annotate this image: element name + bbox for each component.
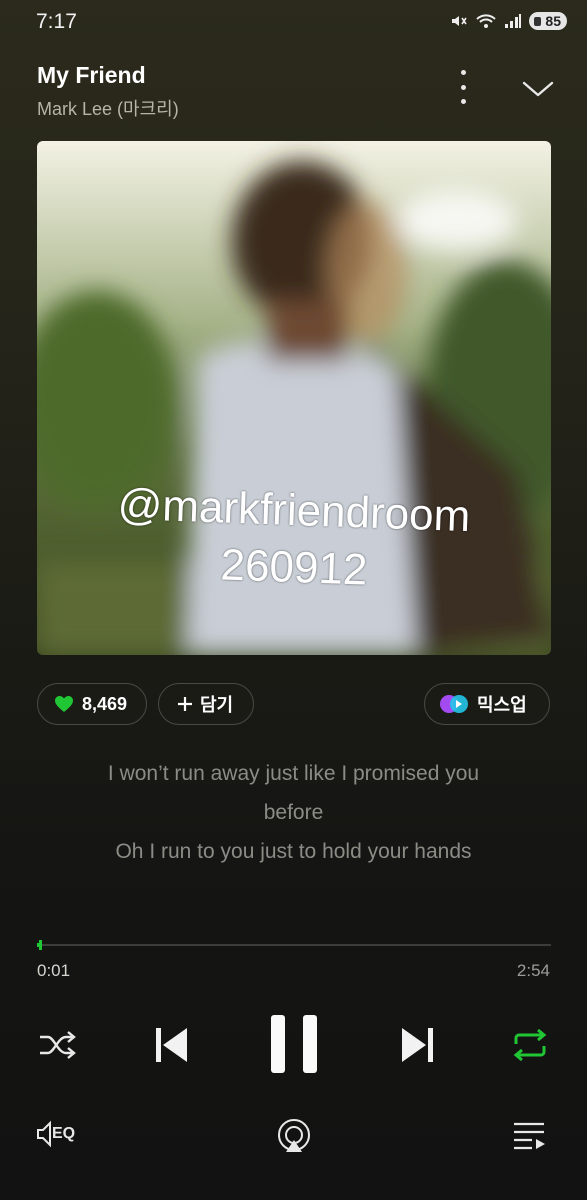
wifi-icon	[476, 14, 497, 28]
album-artwork: @markfriendroom 260912	[37, 141, 551, 655]
previous-icon[interactable]	[153, 1026, 189, 1064]
lyric-line[interactable]: Oh I run to you just to hold your hands	[0, 840, 587, 864]
repeat-icon[interactable]	[510, 1028, 550, 1062]
eq-button[interactable]: EQ	[36, 1120, 75, 1148]
eq-label: EQ	[52, 1125, 76, 1142]
like-count: 8,469	[82, 693, 128, 714]
lyric-line[interactable]: before	[0, 801, 587, 825]
status-icons: 85	[450, 12, 567, 30]
song-title: My Friend	[37, 62, 146, 88]
shuffle-icon[interactable]	[38, 1030, 78, 1060]
more-icon[interactable]	[452, 70, 474, 104]
current-time: 0:01	[37, 961, 71, 980]
chevron-down-icon[interactable]	[518, 74, 558, 102]
battery-indicator: 85	[529, 12, 567, 30]
eq-icon	[37, 1120, 51, 1148]
progress-track[interactable]	[37, 944, 551, 946]
cast-icon[interactable]	[275, 1118, 313, 1156]
pause-icon[interactable]	[269, 1013, 319, 1075]
total-time: 2:54	[516, 961, 550, 980]
mixup-icon	[440, 695, 468, 713]
status-time: 7:17	[36, 10, 77, 33]
playlist-icon[interactable]	[512, 1121, 548, 1151]
add-label: 담기	[200, 695, 234, 715]
mute-icon	[452, 16, 468, 26]
mixup-button[interactable]: 믹스업	[424, 683, 550, 725]
song-artist[interactable]: Mark Lee (마크리)	[37, 95, 179, 121]
plus-icon	[178, 697, 192, 711]
signal-icon	[505, 14, 522, 28]
next-icon[interactable]	[400, 1026, 436, 1064]
lyric-line[interactable]: I won’t run away just like I promised yo…	[0, 762, 587, 786]
heart-icon	[55, 696, 73, 712]
like-button[interactable]: 8,469	[37, 683, 147, 725]
mixup-label: 믹스업	[477, 695, 527, 715]
add-button[interactable]: 담기	[158, 683, 254, 725]
progress-handle[interactable]	[39, 940, 42, 950]
